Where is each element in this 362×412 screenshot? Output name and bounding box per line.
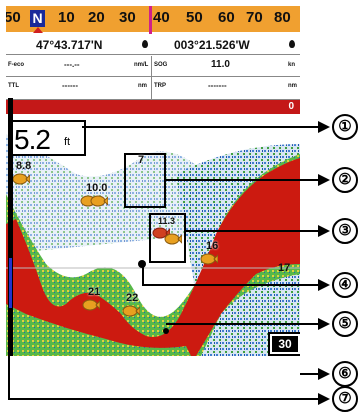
depth-value: 5.2 (14, 124, 51, 155)
callout-7: ⑦ (332, 386, 358, 412)
callout-3: ③ (332, 218, 358, 244)
fish-depth-label: 21 (88, 286, 101, 298)
callout-arrow-icon (318, 393, 330, 405)
compass-tick: 70 (246, 9, 263, 26)
compass-tick: 60 (218, 9, 235, 26)
latitude-value: 47°43.717'N (36, 38, 103, 52)
compass-tick: 50 (186, 9, 203, 26)
ttl-value: ------ (62, 81, 78, 90)
f-eco-value: ---.-- (64, 60, 80, 69)
compass-tick: 40 (153, 9, 170, 26)
callout-line (142, 264, 144, 286)
data-row-2: TTL ------ nm TRP ------- nm (6, 77, 300, 100)
callout-line (166, 323, 322, 325)
callout-5: ⑤ (332, 311, 358, 337)
trp-value: ------- (208, 81, 227, 90)
fish-icon (164, 233, 182, 245)
depth-unit: ft (64, 136, 71, 148)
f-eco-unit: nm/L (134, 62, 149, 68)
fish-icon (200, 253, 218, 265)
sonar-frame-bar-blue (9, 258, 12, 308)
fish-icon (122, 305, 140, 317)
sonar-display[interactable]: 5.2 ft 8.8 10.0 7 11.3 16 21 22 17 30 (6, 114, 300, 356)
ttl-unit: nm (138, 83, 147, 89)
callout-arrow-icon (318, 121, 330, 133)
compass-tick: 20 (88, 9, 105, 26)
drop-icon (289, 40, 295, 48)
sog-label: SOG (154, 62, 168, 68)
callout-1: ① (332, 114, 358, 140)
depth-scale-start: 0 (288, 101, 294, 112)
fish-depth-label: 8.8 (16, 160, 32, 172)
ttl-label: TTL (8, 83, 19, 89)
callout-line (82, 126, 322, 128)
callout-arrow-icon (318, 318, 330, 330)
range-line-label: 17 (278, 262, 291, 274)
sog-unit: kn (288, 62, 296, 68)
course-line (149, 6, 152, 36)
fish-icon (12, 173, 30, 185)
trp-label: TRP (154, 83, 166, 89)
callout-arrow-icon (318, 225, 330, 237)
sog-value: 11.0 (211, 59, 230, 70)
sonar-screen: 50 N 10 20 30 40 50 60 70 80 47°43.717'N… (6, 6, 300, 356)
callout-line (166, 179, 322, 181)
sonar-frame-bar (8, 98, 13, 356)
callout-arrow-icon (318, 279, 330, 291)
cell-divider (151, 77, 152, 99)
callout-line (8, 356, 10, 400)
compass-tick: 10 (58, 9, 75, 26)
callout-6: ⑥ (332, 361, 358, 387)
fish-icon (82, 299, 100, 311)
fish-depth-label: 7 (138, 154, 145, 166)
callout-2: ② (332, 167, 358, 193)
compass-tick: 80 (274, 9, 291, 26)
north-indicator: N (30, 10, 45, 27)
cell-divider (151, 56, 152, 76)
longitude-value: 003°21.526'W (174, 38, 250, 52)
callout-arrow-icon (318, 174, 330, 186)
depth-readout: 5.2 ft (8, 120, 86, 156)
north-triangle-icon (33, 27, 43, 33)
callout-line (186, 230, 322, 232)
trp-unit: nm (288, 83, 297, 89)
position-row: 47°43.717'N 003°21.526'W (6, 34, 300, 55)
callout-arrow-icon (318, 368, 330, 380)
callout-line (8, 398, 322, 400)
compass-tick: 30 (119, 9, 136, 26)
fish-depth-label: 10.0 (86, 182, 108, 194)
fish-depth-label: 22 (126, 292, 139, 304)
data-row-1: F-eco ---.-- nm/L SOG 11.0 kn (6, 56, 300, 77)
fish-icon (90, 195, 108, 207)
callout-4: ④ (332, 272, 358, 298)
compass-tick: 50 (6, 9, 21, 26)
depth-scale-strip: 0 (6, 100, 300, 114)
drop-icon (142, 40, 148, 48)
fish-depth-label: 16 (206, 240, 219, 252)
zoom-indicator[interactable]: 30 (268, 332, 300, 356)
fish-depth-label: 11.3 (158, 216, 176, 226)
f-eco-label: F-eco (8, 62, 25, 68)
compass-bar: 50 N 10 20 30 40 50 60 70 80 (6, 6, 300, 33)
callout-line (142, 284, 322, 286)
